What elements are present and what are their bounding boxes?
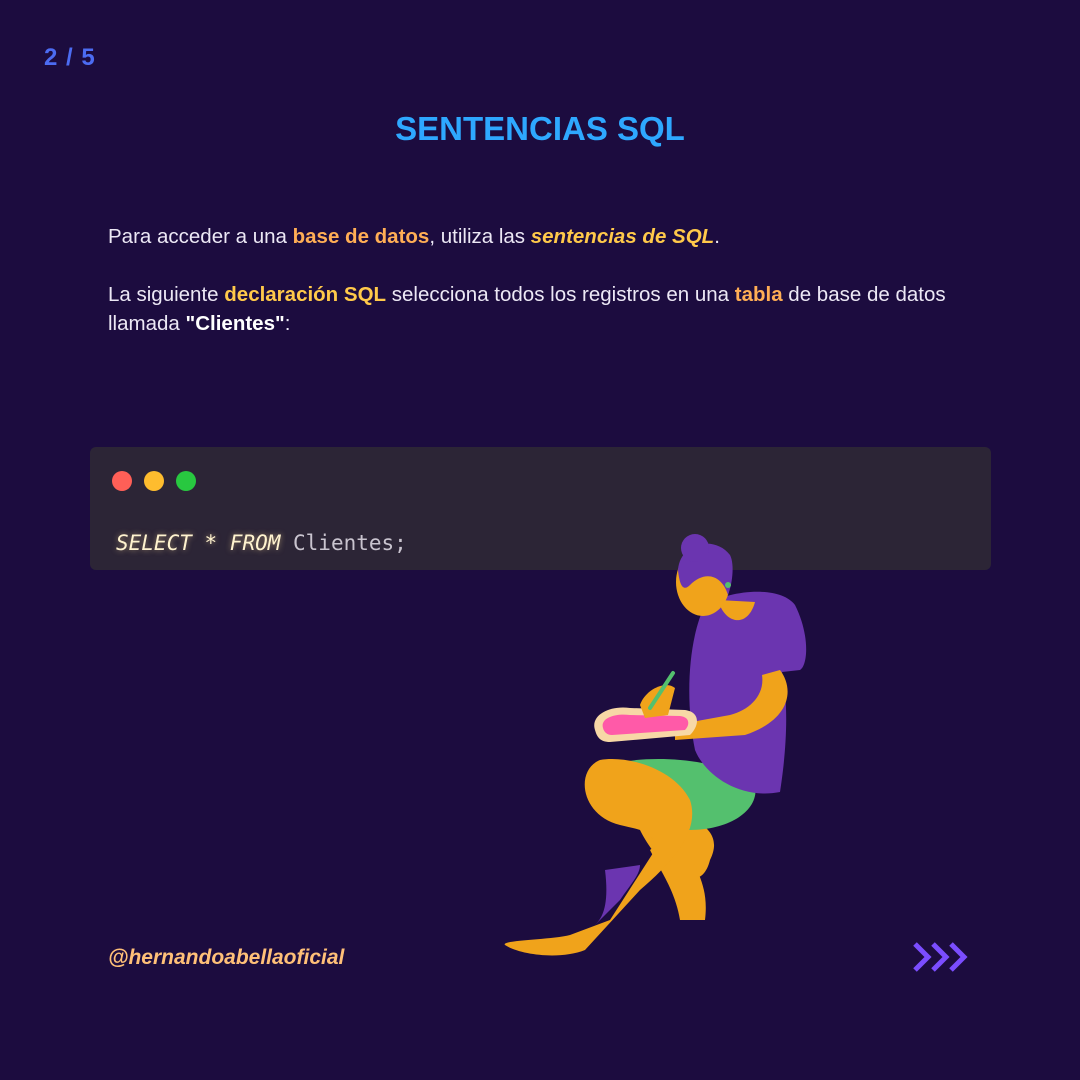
page-title: SENTENCIAS SQL (395, 110, 685, 147)
highlight-tabla: tabla (734, 283, 783, 306)
text: , utiliza las (429, 225, 531, 248)
window-close-dot (112, 471, 132, 491)
sql-keyword-select: SELECT (116, 531, 192, 555)
text: selecciona todos los registros en una (386, 283, 735, 306)
window-maximize-dot (176, 471, 196, 491)
text: . (714, 225, 720, 248)
intro-paragraph-2: La siguiente declaración SQL selecciona … (108, 280, 968, 338)
author-handle: @hernandoabellaoficial (108, 946, 345, 969)
intro-paragraph-1: Para acceder a una base de datos, utiliz… (108, 222, 968, 251)
highlight-sentencias-sql: sentencias de SQL (530, 225, 715, 248)
text: Para acceder a una (108, 225, 293, 248)
intro-text: Para acceder a una base de datos, utiliz… (108, 222, 968, 367)
person-with-tablet-illustration (504, 534, 807, 956)
triple-chevron-right-icon[interactable] (912, 940, 974, 974)
sql-wildcard: * (191, 531, 230, 555)
highlight-base-de-datos: base de datos (292, 225, 430, 248)
window-minimize-dot (144, 471, 164, 491)
sql-table-name: Clientes; (280, 531, 407, 555)
highlight-clientes: "Clientes" (185, 312, 285, 335)
code-line: SELECT * FROM Clientes; (116, 531, 407, 555)
text: : (284, 312, 291, 335)
highlight-declaracion-sql: declaración SQL (224, 283, 387, 306)
text: La siguiente (108, 283, 225, 306)
sql-keyword-from: FROM (229, 531, 281, 555)
page-counter: 2 / 5 (44, 44, 96, 71)
